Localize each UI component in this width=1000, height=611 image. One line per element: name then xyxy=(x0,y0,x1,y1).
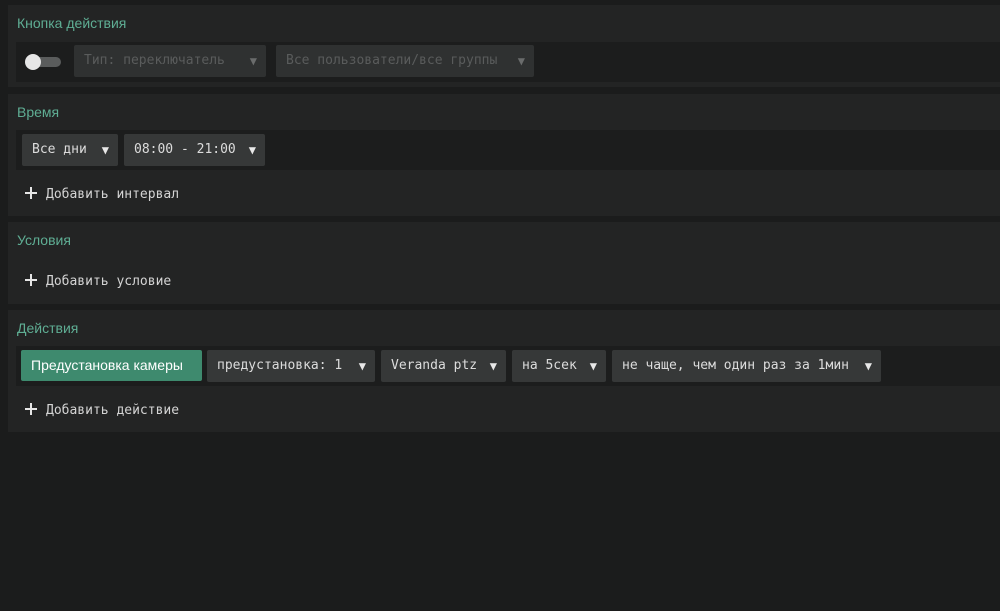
caret-down-icon: ▼ xyxy=(517,54,525,68)
users-dropdown[interactable]: Все пользователи/все группы ▼ xyxy=(276,45,534,77)
add-action-label: Добавить действие xyxy=(46,403,180,418)
duration-dropdown-label: на 5сек xyxy=(522,358,577,373)
caret-down-icon: ▼ xyxy=(101,143,109,157)
plus-icon xyxy=(25,403,37,415)
type-dropdown-label: Тип: переключатель xyxy=(84,53,225,68)
add-interval-button[interactable]: Добавить интервал xyxy=(25,186,179,202)
section-title-conditions: Условия xyxy=(17,232,71,248)
interval-dropdown-label: 08:00 - 21:00 xyxy=(134,142,236,157)
section-title-action-button: Кнопка действия xyxy=(17,15,127,31)
caret-down-icon: ▼ xyxy=(249,54,257,68)
add-action-button[interactable]: Добавить действие xyxy=(25,402,179,418)
days-dropdown[interactable]: Все дни ▼ xyxy=(22,134,118,166)
toggle-knob xyxy=(25,54,41,70)
caret-down-icon: ▼ xyxy=(864,359,872,373)
section-title-time: Время xyxy=(17,104,60,120)
section-conditions xyxy=(8,222,1000,304)
camera-preset-action-button[interactable]: Предустановка камеры xyxy=(21,350,202,381)
camera-dropdown-label: Veranda ptz xyxy=(391,358,478,373)
frequency-dropdown[interactable]: не чаще, чем один раз за 1мин ▼ xyxy=(612,350,881,382)
users-dropdown-label: Все пользователи/все группы xyxy=(286,53,498,68)
plus-icon xyxy=(25,187,37,199)
days-dropdown-label: Все дни xyxy=(32,142,87,157)
caret-down-icon: ▼ xyxy=(358,359,366,373)
duration-dropdown[interactable]: на 5сек ▼ xyxy=(512,350,606,382)
add-condition-label: Добавить условие xyxy=(46,274,172,289)
add-interval-label: Добавить интервал xyxy=(46,187,180,202)
camera-dropdown[interactable]: Veranda ptz ▼ xyxy=(381,350,506,382)
preset-dropdown-label: предустановка: 1 xyxy=(217,358,343,373)
caret-down-icon: ▼ xyxy=(248,143,256,157)
type-dropdown[interactable]: Тип: переключатель ▼ xyxy=(74,45,266,77)
plus-icon xyxy=(25,274,37,286)
enable-toggle[interactable] xyxy=(25,54,61,70)
section-title-actions: Действия xyxy=(17,320,79,336)
interval-dropdown[interactable]: 08:00 - 21:00 ▼ xyxy=(124,134,265,166)
frequency-dropdown-label: не чаще, чем один раз за 1мин xyxy=(622,358,849,373)
caret-down-icon: ▼ xyxy=(489,359,497,373)
preset-dropdown[interactable]: предустановка: 1 ▼ xyxy=(207,350,375,382)
caret-down-icon: ▼ xyxy=(589,359,597,373)
add-condition-button[interactable]: Добавить условие xyxy=(25,273,171,289)
